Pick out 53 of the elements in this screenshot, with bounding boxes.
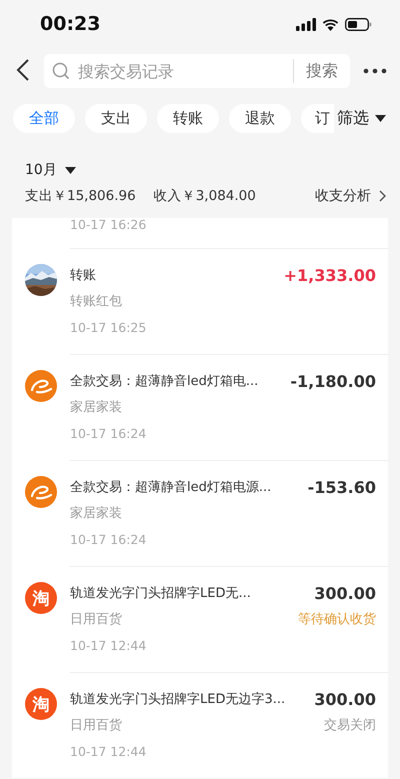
- transaction-title: 转账: [70, 267, 97, 285]
- transaction-time: 10-17 16:26: [70, 218, 146, 232]
- transaction-category: 日用百货: [70, 717, 123, 735]
- caret-icon: [375, 115, 386, 122]
- transaction-amount: 300.00: [314, 689, 376, 711]
- transaction-row[interactable]: 淘 轨道发光字门头招牌字LED无... 300.00 日用百货 等待确认收货 10-17 12:44: [12, 566, 388, 672]
- transaction-category: 家居家装: [70, 505, 123, 523]
- filter-tab[interactable]: 订: [301, 104, 335, 133]
- transaction-status: 等待确认收货: [298, 611, 376, 629]
- swirl-logo-icon: [25, 370, 57, 402]
- transaction-category: 转账红包: [70, 293, 122, 311]
- transaction-row[interactable]: 全款交易：超薄静音led灯箱电源... -153.60 家居家装 10-17 16:24: [12, 460, 388, 566]
- transaction-time: 10-17 16:24: [70, 425, 148, 443]
- transaction-title: 全款交易：超薄静音led灯箱电...: [70, 373, 258, 391]
- transaction-row[interactable]: 全款交易：超薄静音led灯箱电... -1,180.00 家居家装 10-17 16:24: [12, 354, 388, 460]
- transaction-title: 全款交易：超薄静音led灯箱电源...: [70, 479, 272, 497]
- analysis-link[interactable]: 收支分析: [315, 187, 386, 205]
- caret-icon: [64, 166, 76, 174]
- transaction-title: 轨道发光字门头招牌字LED无...: [70, 585, 251, 603]
- search-field[interactable]: 搜索交易记录 搜索: [44, 54, 350, 88]
- transaction-amount: 300.00: [313, 583, 376, 605]
- transaction-category: 家居家装: [70, 399, 123, 417]
- income-total: 收入￥3,084.00: [154, 187, 256, 205]
- chevron-right-icon: [379, 190, 386, 202]
- search-icon: [52, 62, 70, 80]
- transaction-time: 10-17 16:25: [70, 319, 148, 337]
- transaction-time: 10-17 16:24: [70, 531, 148, 549]
- filter-tab[interactable]: 全部: [13, 104, 75, 133]
- transaction-amount: -153.60: [308, 477, 376, 499]
- signal-icon: [296, 18, 316, 30]
- transaction-time: 10-17 12:44: [70, 637, 148, 655]
- search-button[interactable]: 搜索: [293, 59, 350, 83]
- filter-tab[interactable]: 支出: [85, 104, 147, 133]
- transaction-row[interactable]: 转账 +1,333.00 转账红包 10-17 16:25: [12, 248, 388, 354]
- filter-tab[interactable]: 转账: [157, 104, 219, 133]
- month-picker[interactable]: 10月: [25, 158, 76, 182]
- transaction-title: 轨道发光字门头招牌字LED无边字3...: [70, 691, 286, 709]
- filter-tab[interactable]: 退款: [229, 104, 291, 133]
- more-icon: [363, 68, 387, 74]
- shop-logo-icon: 淘: [25, 582, 57, 614]
- battery-icon: [345, 18, 372, 30]
- back-icon: [16, 58, 30, 80]
- transaction-time: 10-17 12:44: [70, 743, 148, 761]
- transaction-category: 日用百货: [70, 611, 123, 629]
- transaction-status: 交易关闭: [323, 717, 376, 735]
- swirl-logo-icon: [25, 476, 57, 508]
- wifi-icon: [322, 18, 339, 30]
- status-time: 00:23: [40, 13, 102, 35]
- shop-logo-icon: 淘: [25, 688, 57, 720]
- transaction-row[interactable]: 淘 轨道发光字门头招牌字LED无边字3... 300.00 日用百货 交易关闭 10-17 12:44: [12, 672, 388, 778]
- expense-total: 支出￥15,806.96: [25, 187, 136, 205]
- transaction-amount: -1,180.00: [290, 371, 376, 393]
- transaction-amount: +1,333.00: [284, 265, 376, 287]
